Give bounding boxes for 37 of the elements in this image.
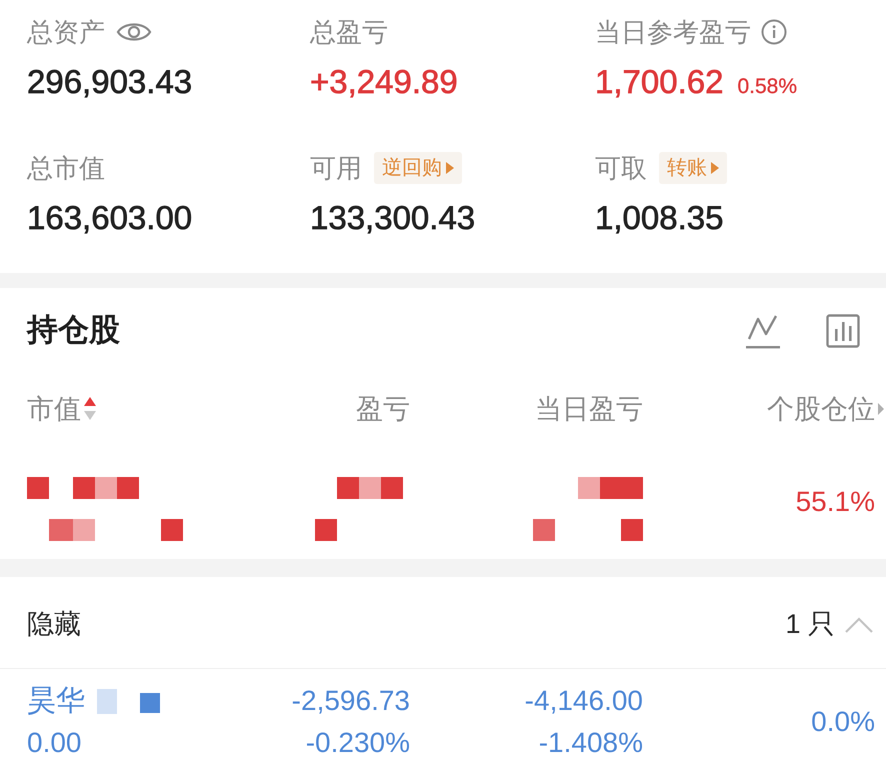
caret-icon	[446, 162, 454, 174]
stat-label: 可用	[310, 152, 362, 184]
column-header[interactable]: 当日盈亏	[535, 388, 643, 430]
tag-link[interactable]: 逆回购	[374, 152, 462, 184]
table-cell-text: -0.230%	[306, 726, 410, 760]
chevron-up-icon[interactable]	[845, 616, 873, 632]
section-title: 持仓股	[27, 311, 120, 350]
stat-value: 133,300.43	[310, 198, 476, 238]
count-label: 1 只	[785, 608, 835, 642]
stat-label: 总资产	[27, 16, 105, 48]
table-cell-text: 0.00	[27, 726, 82, 760]
stat-value: 163,603.00	[27, 198, 192, 238]
table-cell-text: -4,146.00	[524, 684, 643, 718]
sort-icon[interactable]	[84, 397, 96, 421]
info-icon[interactable]	[761, 19, 787, 45]
column-header[interactable]: 盈亏	[356, 388, 410, 430]
column-header[interactable]: 个股仓位	[767, 388, 875, 430]
stat-label: 可取	[595, 152, 647, 184]
caret-icon	[711, 162, 719, 174]
line-chart-icon[interactable]	[746, 312, 780, 348]
bar-chart-icon[interactable]	[826, 314, 860, 348]
stat-value: 296,903.43	[27, 62, 192, 102]
stat-value: 1,700.62	[595, 62, 724, 102]
table-cell-text: 0.0%	[811, 705, 875, 739]
group-label: 隐藏	[27, 608, 81, 642]
stock-name: 昊华	[27, 684, 85, 719]
stat-label: 当日参考盈亏	[595, 16, 751, 48]
stat-label: 总盈亏	[310, 16, 388, 48]
table-cell-text: 55.1%	[796, 485, 875, 519]
column-header[interactable]: 市值	[27, 388, 96, 430]
stat-value: 1,008.35	[595, 198, 724, 238]
stat-value: +3,249.89	[310, 62, 458, 102]
table-cell-text: -1.408%	[538, 726, 643, 760]
stat-percent: 0.58%	[737, 75, 798, 99]
stat-label: 总市值	[27, 152, 105, 184]
table-cell-text: -2,596.73	[292, 684, 410, 718]
tag-link[interactable]: 转账	[659, 152, 727, 184]
